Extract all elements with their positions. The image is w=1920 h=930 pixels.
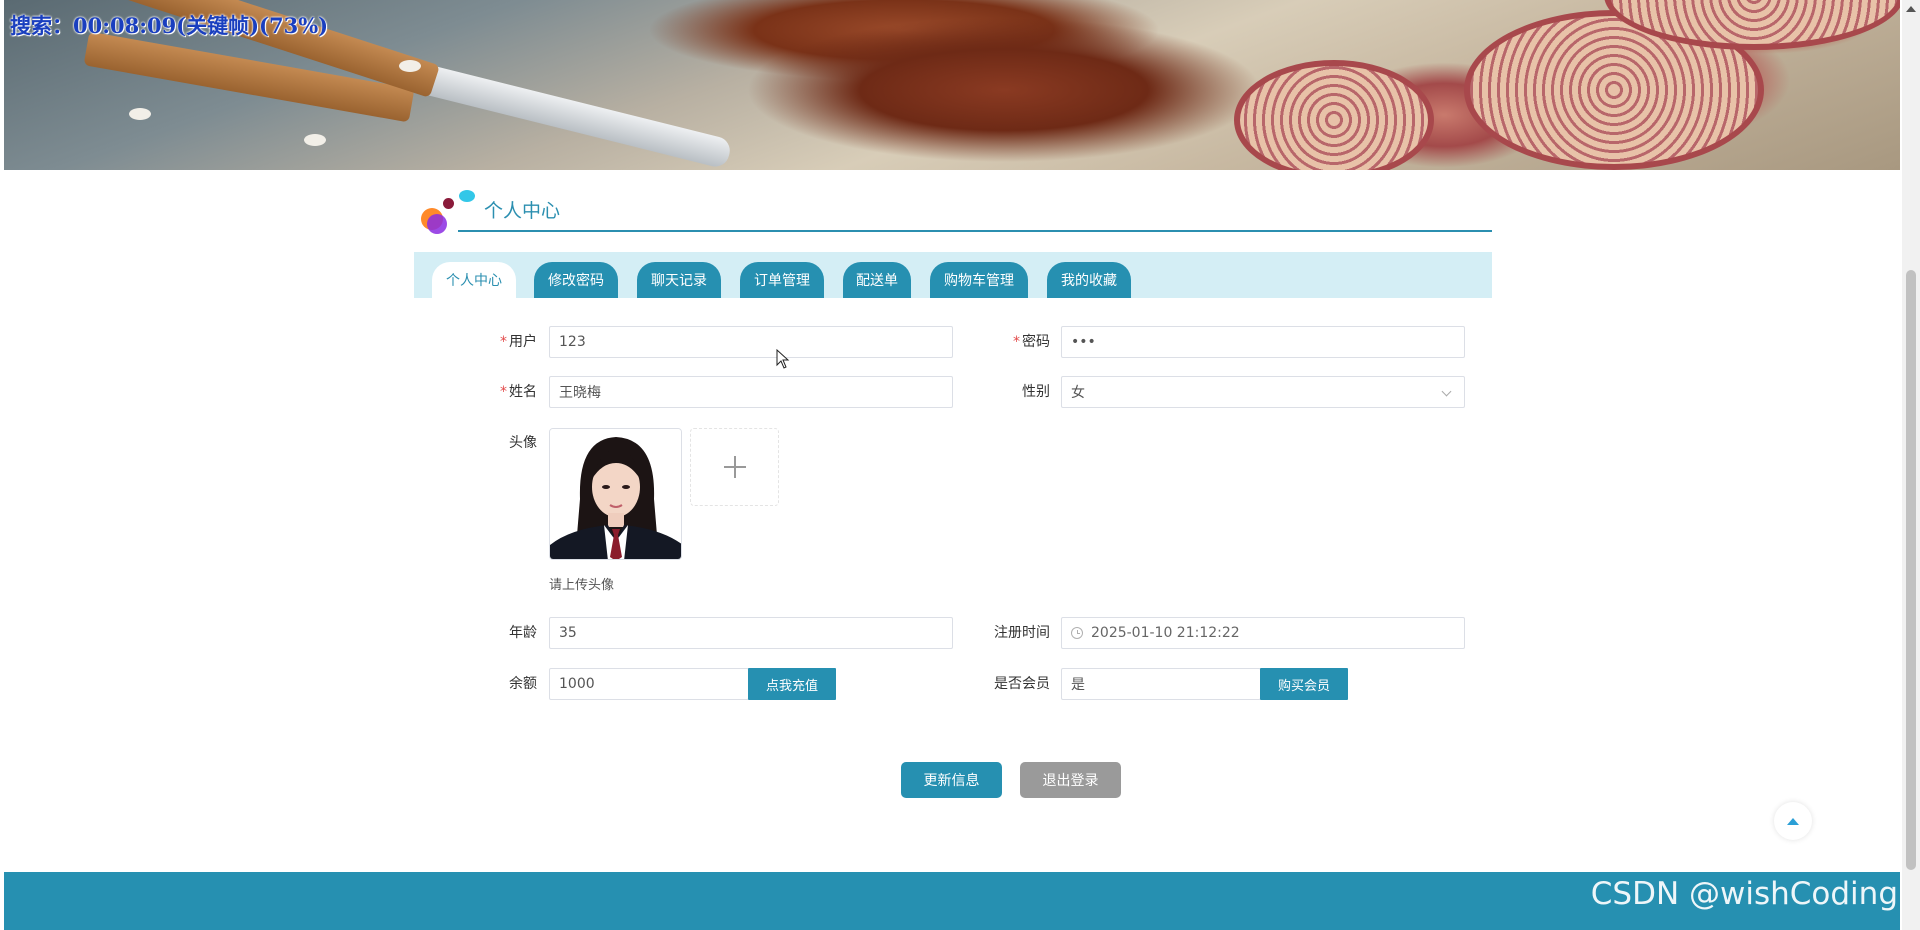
clock-icon: [1071, 627, 1083, 639]
member-input[interactable]: 是: [1061, 668, 1261, 700]
mouse-cursor-icon: [776, 349, 790, 369]
buy-membership-button[interactable]: 购买会员: [1260, 668, 1348, 700]
recharge-button[interactable]: 点我充值: [748, 668, 836, 700]
back-to-top-button[interactable]: [1774, 802, 1812, 840]
tab-chat-records[interactable]: 聊天记录: [637, 262, 721, 298]
avatar-upload-hint: 请上传头像: [549, 578, 615, 593]
title-divider: [458, 230, 1492, 232]
page-scrollbar[interactable]: [1902, 0, 1920, 930]
rivet-decoration: [399, 60, 421, 72]
gender-select-value: 女: [1071, 385, 1085, 401]
section-title: 个人中心: [484, 200, 561, 222]
colorful-dots-logo-icon: [415, 190, 475, 235]
rivet-decoration: [304, 134, 326, 146]
balance-input[interactable]: 1000: [549, 668, 749, 700]
arrow-up-icon: [1787, 817, 1799, 825]
tab-cart-management[interactable]: 购物车管理: [930, 262, 1028, 298]
gender-select[interactable]: 女: [1061, 376, 1465, 408]
rivet-decoration: [129, 108, 151, 120]
tab-change-password[interactable]: 修改密码: [534, 262, 618, 298]
upload-avatar-button[interactable]: [690, 428, 779, 506]
register-time-input[interactable]: 2025-01-10 21:12:22: [1061, 617, 1465, 649]
page-root: 搜索：00:08:09(关键帧)(73%) 个人中心 个人中心 修改密码 聊天记…: [0, 0, 1920, 930]
knife-blade-decoration: [405, 60, 733, 170]
password-input[interactable]: •••: [1061, 326, 1465, 358]
logout-button[interactable]: 退出登录: [1020, 762, 1121, 798]
scroll-up-arrow-icon[interactable]: [1906, 6, 1916, 12]
avatar-photo[interactable]: [549, 428, 682, 560]
tab-order-management[interactable]: 订单管理: [740, 262, 824, 298]
tab-delivery-orders[interactable]: 配送单: [843, 262, 911, 298]
password-label: * 密码: [1013, 334, 1050, 350]
username-input[interactable]: 123: [549, 326, 953, 358]
member-label: 是否会员: [994, 676, 1050, 692]
csdn-watermark: CSDN @wishCoding: [1590, 876, 1898, 912]
name-input[interactable]: 王晓梅: [549, 376, 953, 408]
onion-decoration: [1234, 60, 1434, 170]
age-label: 年龄: [509, 625, 537, 641]
avatar-label: 头像: [509, 435, 537, 451]
username-label: * 用户: [500, 334, 537, 350]
balance-label: 余额: [509, 676, 537, 692]
register-time-label: 注册时间: [994, 625, 1050, 641]
search-status-overlay: 搜索：00:08:09(关键帧)(73%): [10, 13, 329, 38]
register-time-value: 2025-01-10 21:12:22: [1091, 625, 1240, 641]
tab-personal-center[interactable]: 个人中心: [432, 262, 516, 298]
portrait-illustration: [550, 429, 681, 559]
name-label: * 姓名: [500, 384, 537, 400]
tab-my-favorites[interactable]: 我的收藏: [1047, 262, 1131, 298]
update-info-button[interactable]: 更新信息: [901, 762, 1002, 798]
scroll-thumb[interactable]: [1906, 270, 1916, 870]
age-input[interactable]: 35: [549, 617, 953, 649]
gender-label: 性别: [1022, 384, 1050, 400]
